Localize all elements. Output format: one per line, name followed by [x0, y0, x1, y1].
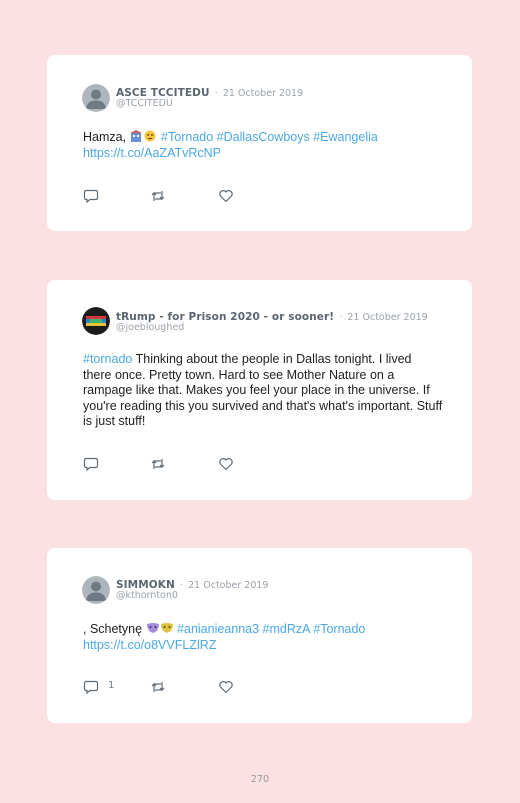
retweet-icon[interactable] — [150, 188, 166, 204]
tweet-text: Hamza, #Tornado #DallasCowboys #Ewangeli… — [83, 130, 443, 161]
tweet-actions: 1 — [83, 679, 283, 695]
separator: · — [214, 88, 218, 99]
heart-icon[interactable] — [218, 188, 234, 204]
text-segment: , Schetynę — [83, 622, 143, 636]
page-number: 270 — [250, 774, 270, 785]
author-handle[interactable]: @TCCITEDU — [116, 98, 173, 110]
reply-icon[interactable] — [83, 188, 99, 204]
building-face-emoji — [129, 130, 158, 142]
masks-emoji — [146, 622, 174, 634]
tweet-card: SIMMOKN · 21 October 2019 @kthornton0 , … — [47, 548, 472, 723]
tweet-date[interactable]: 21 October 2019 — [188, 580, 268, 591]
tweet-actions — [83, 188, 283, 204]
hashtag-link[interactable]: #tornado — [83, 352, 132, 366]
retweet-icon[interactable] — [150, 679, 166, 695]
hashtag-links[interactable]: #anianieanna3 #mdRzA #Tornado — [177, 622, 365, 636]
text-segment: Hamza, — [83, 130, 127, 144]
reply-icon[interactable] — [83, 456, 99, 472]
separator: · — [180, 580, 184, 591]
custom-avatar-icon[interactable] — [82, 307, 110, 335]
retweet-icon[interactable] — [150, 456, 166, 472]
default-avatar-icon[interactable] — [82, 84, 110, 112]
default-avatar-icon[interactable] — [82, 576, 110, 604]
heart-icon[interactable] — [218, 456, 234, 472]
tweet-date[interactable]: 21 October 2019 — [347, 312, 427, 323]
tweet-card: tRump - for Prison 2020 - or sooner! · 2… — [47, 280, 472, 500]
text-segment: Thinking about the people in Dallas toni… — [83, 352, 443, 428]
reply-icon[interactable] — [83, 679, 99, 695]
reply-count: 1 — [108, 680, 115, 691]
tweet-date[interactable]: 21 October 2019 — [223, 88, 303, 99]
separator: · — [339, 312, 343, 323]
author-handle[interactable]: @joebloughed — [116, 322, 184, 334]
tweet-text: #tornado Thinking about the people in Da… — [83, 352, 443, 430]
tweet-card: ASCE TCCITEDU · 21 October 2019 @TCCITED… — [47, 55, 472, 231]
tweet-url[interactable]: https://t.co/o8VVFLZlRZ — [83, 638, 216, 652]
tweet-actions — [83, 456, 283, 472]
tweet-url[interactable]: https://t.co/AaZATvRcNP — [83, 146, 221, 160]
heart-icon[interactable] — [218, 679, 234, 695]
tweet-text: , Schetynę #anianieanna3 #mdRzA #Tornado… — [83, 622, 443, 653]
author-handle[interactable]: @kthornton0 — [116, 590, 178, 602]
hashtag-links[interactable]: #Tornado #DallasCowboys #Ewangelia — [161, 130, 378, 144]
